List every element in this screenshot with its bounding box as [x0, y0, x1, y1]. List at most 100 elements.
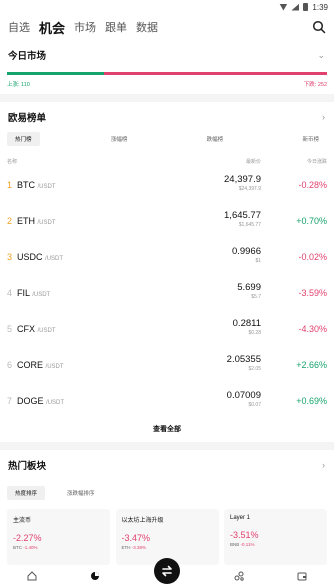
rankings-column-header: 名称 最新价 今日涨跌 [7, 158, 327, 168]
home-icon[interactable] [27, 571, 37, 581]
base-symbol: CFX [17, 324, 35, 334]
tab-sort-heat[interactable]: 热度排序 [7, 486, 46, 500]
sector-change: -3.51% [230, 530, 259, 540]
top-coin-change: -3.38% [131, 545, 147, 550]
last-price: 5.699 [237, 282, 261, 293]
change-percent: -0.02% [298, 252, 327, 262]
change-percent: +0.70% [296, 216, 327, 226]
change-percent: -4.30% [298, 324, 327, 334]
last-price: 1,645.77 [224, 210, 261, 221]
rank-number: 1 [7, 180, 13, 190]
top-coin-symbol: BTC [13, 545, 22, 550]
quote-symbol: /USDT [32, 292, 51, 298]
change-percent: -3.59% [298, 288, 327, 298]
pair-symbol: ETH /USDT [17, 216, 56, 226]
chevron-down-icon[interactable]: ⌄ [317, 50, 325, 61]
battery-icon [303, 3, 309, 11]
today-market-title: 今日市场 [8, 51, 47, 62]
sector-cards: 主流币 -2.27% BTC -1.40% 以太坊上海升级 -3.47% ETH… [7, 509, 327, 565]
chevron-right-icon[interactable]: › [322, 112, 325, 122]
top-coin-symbol: ETH [121, 545, 131, 550]
sector-sort-tabs: 热度排序 涨跌幅排序 [7, 486, 327, 500]
market-breadth-labels: 上涨: 110 下跌: 252 [7, 80, 327, 88]
rank-number: 5 [7, 324, 13, 334]
rankings-header[interactable]: 欧易榜单 › [0, 102, 334, 132]
col-price: 最新价 [245, 159, 261, 165]
col-name: 名称 [7, 159, 18, 165]
base-symbol: FIL [17, 288, 30, 298]
table-row[interactable]: 7 DOGE /USDT 0.07009 $0.07 +0.69% [7, 388, 327, 424]
change-percent: +2.66% [296, 360, 327, 370]
top-coin-change: -0.11% [240, 542, 255, 547]
pair-symbol: CFX /USDT [17, 324, 56, 334]
view-all-button[interactable]: 查看全部 [0, 424, 334, 434]
tab-copy-trading[interactable]: 跟单 [105, 19, 127, 35]
divider [0, 94, 334, 102]
tab-new-listings[interactable]: 新币榜 [294, 132, 327, 146]
rank-number: 4 [7, 288, 13, 298]
markets-icon[interactable] [90, 571, 100, 581]
discover-icon[interactable] [234, 571, 244, 581]
market-up-label: 上涨: 110 [7, 82, 30, 88]
rank-number: 2 [7, 216, 13, 226]
assets-icon[interactable] [297, 571, 307, 581]
sector-top-coin: BNB -0.11% [230, 542, 321, 547]
pair-symbol: USDC /USDT [17, 252, 63, 262]
fiat-price: $2.05 [248, 366, 261, 372]
swap-icon [162, 565, 172, 577]
rank-number: 3 [7, 252, 13, 262]
col-change: 今日涨跌 [306, 159, 327, 165]
fiat-price: $5.7 [251, 294, 261, 300]
tab-sort-change[interactable]: 涨跌幅排序 [59, 486, 103, 500]
chevron-right-icon[interactable]: › [322, 460, 325, 470]
tab-gainers[interactable]: 涨幅榜 [103, 132, 136, 146]
tab-hot[interactable]: 热门榜 [7, 132, 40, 146]
quote-symbol: /USDT [37, 220, 56, 226]
table-row[interactable]: 3 USDC /USDT 0.9966 $1 -0.02% [7, 244, 327, 280]
divider [0, 442, 334, 450]
tab-data[interactable]: 数据 [136, 19, 158, 35]
last-price: 0.9966 [231, 246, 261, 257]
tab-losers[interactable]: 跌幅榜 [199, 132, 232, 146]
table-row[interactable]: 5 CFX /USDT 0.2811 $0.28 -4.30% [7, 316, 327, 352]
pair-symbol: BTC /USDT [17, 180, 56, 190]
last-price: 24,397.9 [224, 174, 261, 185]
sector-card[interactable]: 以太坊上海升级 -3.47% ETH -3.38% [115, 509, 219, 565]
market-breadth-bar [7, 72, 327, 75]
last-price: 2.05355 [226, 354, 261, 365]
fiat-price: $24,397.9 [238, 186, 261, 192]
sector-change: -2.27% [13, 533, 42, 543]
pair-symbol: DOGE /USDT [17, 396, 64, 406]
base-symbol: CORE [17, 360, 44, 370]
tab-watchlist[interactable]: 自选 [8, 19, 30, 35]
sector-card[interactable]: 主流币 -2.27% BTC -1.40% [7, 509, 110, 565]
table-row[interactable]: 1 BTC /USDT 24,397.9 $24,397.9 -0.28% [7, 172, 327, 208]
status-bar: 1:39 [0, 0, 334, 14]
trade-button[interactable] [154, 558, 180, 584]
tab-opportunities[interactable]: 机会 [39, 18, 65, 37]
market-down-label: 下跌: 252 [303, 82, 327, 88]
change-percent: +0.69% [296, 396, 327, 406]
table-row[interactable]: 4 FIL /USDT 5.699 $5.7 -3.59% [7, 280, 327, 316]
tab-markets[interactable]: 市场 [74, 19, 96, 35]
quote-symbol: /USDT [37, 328, 56, 334]
sector-card[interactable]: Layer 1 -3.51% BNB -0.11% [224, 509, 327, 565]
today-market-header[interactable]: 今日市场 ⌄ [0, 40, 334, 70]
rankings-tabs: 热门榜 涨幅榜 跌幅榜 新币榜 [7, 131, 327, 147]
top-nav: 自选 机会 市场 跟单 数据 [0, 14, 334, 40]
search-icon[interactable] [312, 20, 326, 34]
fiat-price: $1 [255, 258, 261, 264]
table-row[interactable]: 6 CORE /USDT 2.05355 $2.05 +2.66% [7, 352, 327, 388]
quote-symbol: /USDT [45, 256, 64, 262]
fiat-price: $0.07 [248, 402, 261, 408]
fiat-price: $1,645.77 [238, 222, 261, 228]
table-row[interactable]: 2 ETH /USDT 1,645.77 $1,645.77 +0.70% [7, 208, 327, 244]
base-symbol: USDC [17, 252, 43, 262]
status-time: 1:39 [312, 2, 328, 12]
top-coin-symbol: BNB [230, 542, 240, 547]
sectors-header[interactable]: 热门板块 › [0, 450, 334, 480]
market-up-bar [7, 72, 105, 75]
rank-number: 6 [7, 360, 13, 370]
rank-number: 7 [7, 396, 13, 406]
quote-symbol: /USDT [46, 400, 65, 406]
